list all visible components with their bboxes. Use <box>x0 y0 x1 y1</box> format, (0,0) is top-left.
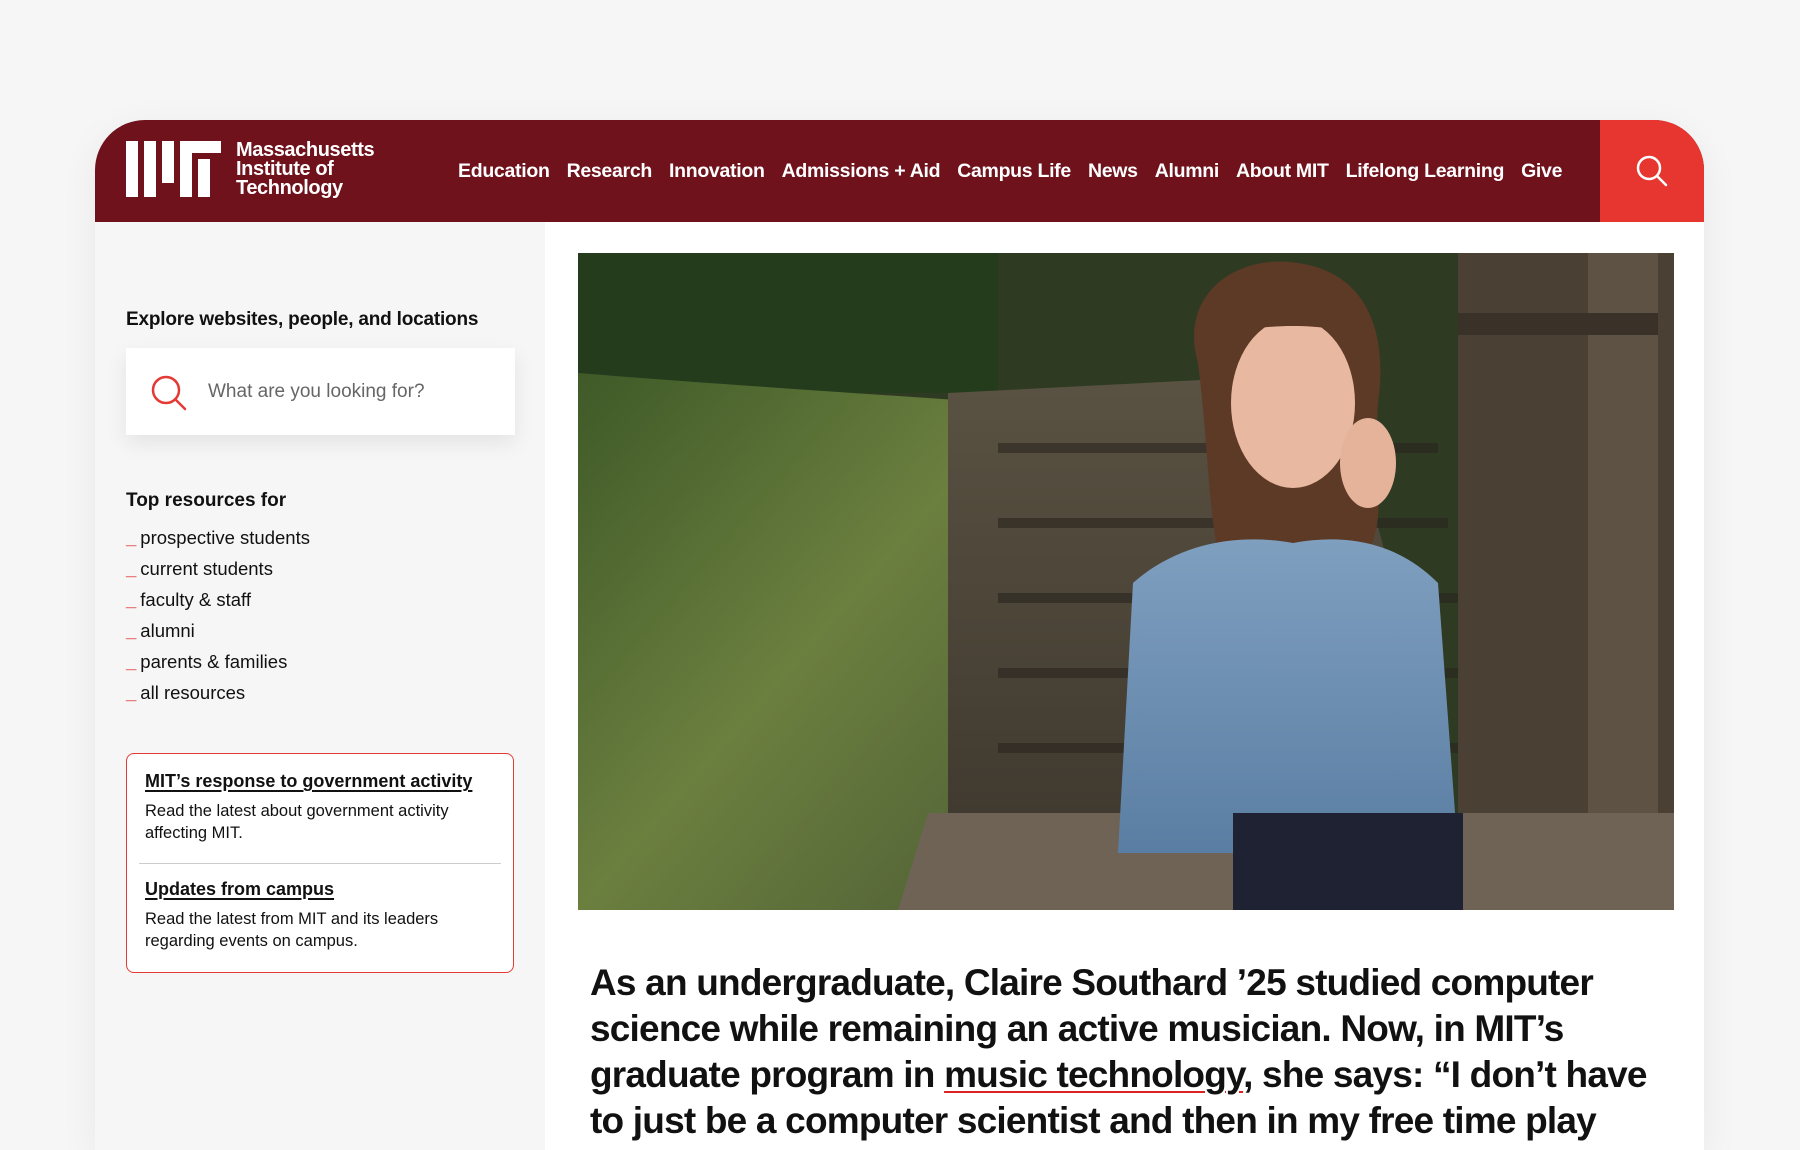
resource-label: alumni <box>140 620 195 641</box>
resource-label: all resources <box>140 682 246 703</box>
search-input[interactable] <box>206 372 500 412</box>
alert-link-campus[interactable]: Updates from campus <box>145 879 505 900</box>
top-nav-bar: Massachusetts Institute of Technology Ed… <box>95 120 1704 222</box>
alert-item-government: MIT’s response to government activity Re… <box>145 771 505 844</box>
nav-give[interactable]: Give <box>1521 160 1562 183</box>
header-search-button[interactable] <box>1600 120 1704 222</box>
resource-link-parents-families[interactable]: _ parents & families <box>126 646 310 677</box>
alert-item-campus: Updates from campus Read the latest from… <box>145 879 505 952</box>
nav-about-mit[interactable]: About MIT <box>1236 160 1329 183</box>
resources-title: Top resources for <box>126 490 287 511</box>
alert-divider <box>139 863 501 864</box>
resource-label: current students <box>140 558 273 579</box>
nav-education[interactable]: Education <box>458 160 550 183</box>
bullet-dash: _ <box>126 682 137 703</box>
alert-desc-government: Read the latest about government activit… <box>145 802 449 842</box>
story-link-music-technology[interactable]: music technology <box>944 1054 1244 1095</box>
resource-label: faculty & staff <box>140 589 252 610</box>
nav-campus-life[interactable]: Campus Life <box>957 160 1071 183</box>
mit-logo[interactable]: Massachusetts Institute of Technology <box>126 140 396 199</box>
resource-link-all-resources[interactable]: _ all resources <box>126 677 310 708</box>
logo-line-3: Technology <box>236 177 343 199</box>
resource-label: prospective students <box>140 527 310 548</box>
alert-box: MIT’s response to government activity Re… <box>126 753 514 973</box>
nav-admissions-aid[interactable]: Admissions + Aid <box>782 160 941 183</box>
hero-photo[interactable] <box>578 253 1674 910</box>
page-frame: Massachusetts Institute of Technology Ed… <box>95 120 1704 1150</box>
nav-research[interactable]: Research <box>567 160 653 183</box>
nav-news[interactable]: News <box>1088 160 1138 183</box>
bullet-dash: _ <box>126 589 137 610</box>
resource-label: parents & families <box>140 651 288 672</box>
resources-list: _ prospective students _ current students … <box>126 522 310 708</box>
logo-wordmark: Massachusetts Institute of Technology <box>236 140 375 199</box>
search-icon <box>1636 155 1668 187</box>
bullet-dash: _ <box>126 620 137 641</box>
mit-logo-mark <box>126 141 221 197</box>
resource-link-prospective-students[interactable]: _ prospective students <box>126 522 310 553</box>
alert-link-government[interactable]: MIT’s response to government activity <box>145 771 505 792</box>
nav-innovation[interactable]: Innovation <box>669 160 765 183</box>
nav-alumni[interactable]: Alumni <box>1155 160 1220 183</box>
hero-photo-art <box>578 253 1674 910</box>
resource-link-faculty-staff[interactable]: _ faculty & staff <box>126 584 310 615</box>
bullet-dash: _ <box>126 651 137 672</box>
resource-link-current-students[interactable]: _ current students <box>126 553 310 584</box>
story-headline: As an undergraduate, Claire Southard ’25… <box>590 960 1650 1150</box>
resource-link-alumni[interactable]: _ alumni <box>126 615 310 646</box>
bullet-dash: _ <box>126 558 137 579</box>
sidebar: Explore websites, people, and locations … <box>95 222 545 1150</box>
search-icon <box>151 375 187 411</box>
explore-label: Explore websites, people, and locations <box>126 309 479 330</box>
bullet-dash: _ <box>126 527 137 548</box>
search-box[interactable] <box>126 348 515 435</box>
nav-lifelong-learning[interactable]: Lifelong Learning <box>1346 160 1505 183</box>
alert-desc-campus: Read the latest from MIT and its leaders… <box>145 910 439 950</box>
main-nav: Education Research Innovation Admissions… <box>458 120 1579 222</box>
